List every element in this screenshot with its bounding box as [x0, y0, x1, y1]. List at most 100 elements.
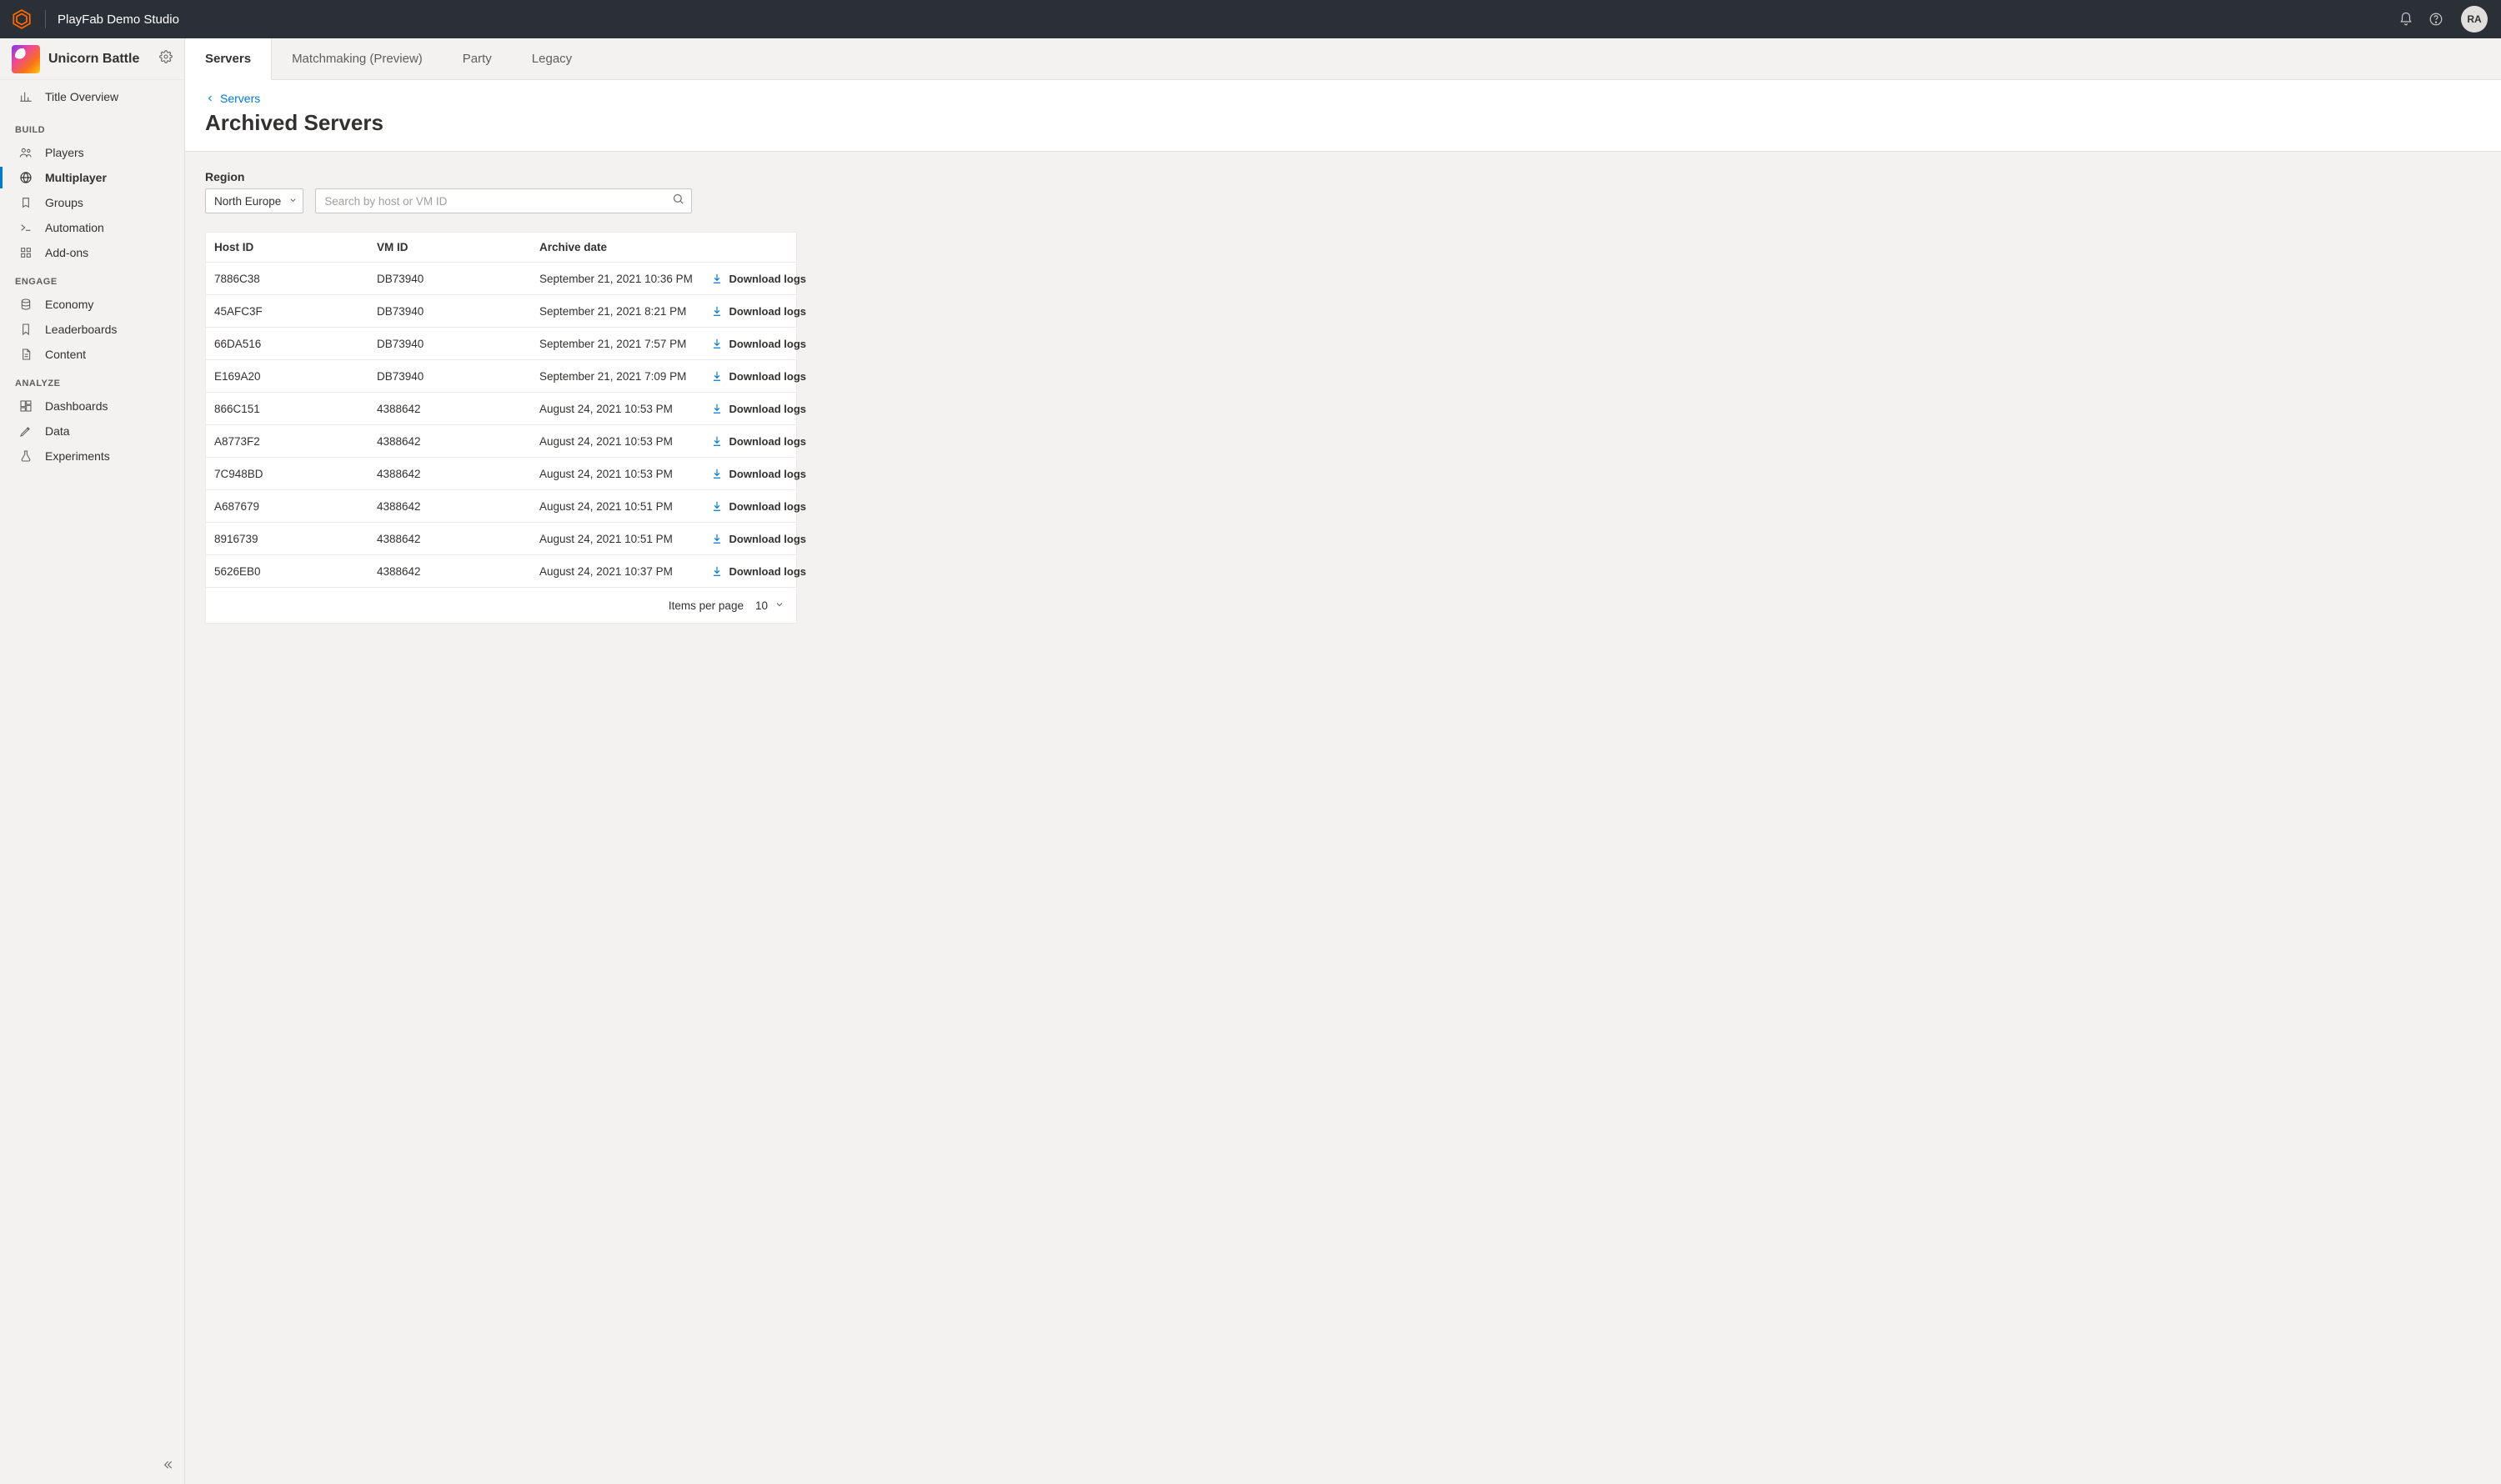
help-icon[interactable] [2421, 4, 2451, 34]
download-icon [711, 370, 723, 382]
cell-date: August 24, 2021 10:53 PM [539, 403, 706, 415]
pager-value[interactable]: 10 [755, 599, 768, 612]
download-logs-button[interactable]: Download logs [706, 435, 806, 448]
cell-date: August 24, 2021 10:51 PM [539, 500, 706, 513]
playfab-logo-icon[interactable] [10, 8, 33, 31]
col-host[interactable]: Host ID [214, 241, 377, 253]
players-icon [18, 146, 33, 159]
tab-matchmaking[interactable]: Matchmaking (Preview) [272, 38, 443, 79]
region-value: North Europe [214, 195, 281, 208]
chevron-down-icon[interactable] [774, 599, 784, 612]
download-logs-button[interactable]: Download logs [706, 338, 806, 350]
nav-label: Title Overview [45, 90, 118, 103]
notifications-icon[interactable] [2391, 4, 2421, 34]
download-logs-button[interactable]: Download logs [706, 500, 806, 513]
automation-icon [18, 221, 33, 234]
gear-icon[interactable] [159, 50, 173, 68]
download-logs-button[interactable]: Download logs [706, 565, 806, 578]
table-row: 89167394388642August 24, 2021 10:51 PMDo… [206, 523, 796, 555]
document-icon [18, 348, 33, 361]
download-logs-button[interactable]: Download logs [706, 273, 806, 285]
nav-experiments[interactable]: Experiments [0, 444, 184, 469]
nav-label: Leaderboards [45, 323, 117, 336]
region-label: Region [205, 170, 303, 183]
nav-multiplayer[interactable]: Multiplayer [0, 165, 184, 190]
chart-icon [18, 90, 33, 103]
download-icon [711, 533, 723, 544]
game-title-art [12, 45, 40, 73]
cell-date: August 24, 2021 10:51 PM [539, 533, 706, 545]
cell-vm: 4388642 [377, 468, 539, 480]
tab-label: Legacy [532, 52, 572, 66]
region-select[interactable]: North Europe [205, 188, 303, 213]
cell-date: September 21, 2021 7:57 PM [539, 338, 706, 350]
nav-section-analyze: ANALYZE [0, 367, 184, 394]
nav-title-overview[interactable]: Title Overview [0, 80, 184, 113]
search-field[interactable] [315, 188, 692, 213]
cell-host: 866C151 [214, 403, 377, 415]
archived-servers-table: Host ID VM ID Archive date 7886C38DB7394… [205, 232, 797, 624]
main: Servers Matchmaking (Preview) Party Lega… [185, 38, 2501, 1484]
tabs: Servers Matchmaking (Preview) Party Lega… [185, 38, 2501, 80]
download-logs-button[interactable]: Download logs [706, 403, 806, 415]
topbar: PlayFab Demo Studio RA [0, 0, 2501, 38]
nav-data[interactable]: Data [0, 419, 184, 444]
grid-icon [18, 246, 33, 259]
topbar-divider [45, 10, 46, 28]
download-icon [711, 565, 723, 577]
bookmark-outline-icon [18, 323, 33, 336]
download-logs-button[interactable]: Download logs [706, 370, 806, 383]
nav-leaderboards[interactable]: Leaderboards [0, 317, 184, 342]
cell-host: 66DA516 [214, 338, 377, 350]
nav-players[interactable]: Players [0, 140, 184, 165]
table-row: A6876794388642August 24, 2021 10:51 PMDo… [206, 490, 796, 523]
download-icon [711, 305, 723, 317]
cell-date: September 21, 2021 10:36 PM [539, 273, 706, 285]
download-label: Download logs [729, 565, 806, 578]
coins-icon [18, 298, 33, 311]
cell-vm: 4388642 [377, 500, 539, 513]
cell-vm: 4388642 [377, 403, 539, 415]
page-header: Servers Archived Servers [185, 80, 2501, 152]
table-row: 7C948BD4388642August 24, 2021 10:53 PMDo… [206, 458, 796, 490]
nav-economy[interactable]: Economy [0, 292, 184, 317]
sidebar: Unicorn Battle Title Overview BUILD Play… [0, 38, 185, 1484]
search-icon[interactable] [672, 193, 684, 209]
nav-content[interactable]: Content [0, 342, 184, 367]
table-row: 7886C38DB73940September 21, 2021 10:36 P… [206, 263, 796, 295]
download-label: Download logs [729, 435, 806, 448]
nav-groups[interactable]: Groups [0, 190, 184, 215]
tab-servers[interactable]: Servers [185, 38, 272, 80]
download-logs-button[interactable]: Download logs [706, 468, 806, 480]
game-title-row[interactable]: Unicorn Battle [0, 38, 184, 80]
nav-addons[interactable]: Add-ons [0, 240, 184, 265]
download-label: Download logs [729, 468, 806, 480]
studio-name[interactable]: PlayFab Demo Studio [58, 13, 179, 27]
region-field: Region North Europe [205, 170, 303, 213]
nav-label: Dashboards [45, 399, 108, 413]
chevron-down-icon [288, 195, 298, 208]
download-logs-button[interactable]: Download logs [706, 305, 806, 318]
cell-host: 5626EB0 [214, 565, 377, 578]
collapse-sidebar-icon[interactable] [161, 1458, 174, 1476]
game-title-name: Unicorn Battle [48, 52, 151, 67]
tab-legacy[interactable]: Legacy [512, 38, 592, 79]
nav-label: Automation [45, 221, 104, 234]
cell-host: 8916739 [214, 533, 377, 545]
breadcrumb-label: Servers [220, 92, 260, 105]
table-row: A8773F24388642August 24, 2021 10:53 PMDo… [206, 425, 796, 458]
cell-host: 7C948BD [214, 468, 377, 480]
download-logs-button[interactable]: Download logs [706, 533, 806, 545]
col-date[interactable]: Archive date [539, 241, 706, 253]
cell-date: September 21, 2021 7:09 PM [539, 370, 706, 383]
download-label: Download logs [729, 273, 806, 285]
cell-date: August 24, 2021 10:53 PM [539, 468, 706, 480]
nav-automation[interactable]: Automation [0, 215, 184, 240]
nav-dashboards[interactable]: Dashboards [0, 394, 184, 419]
search-input[interactable] [324, 195, 672, 208]
table-row: 866C1514388642August 24, 2021 10:53 PMDo… [206, 393, 796, 425]
avatar[interactable]: RA [2461, 6, 2488, 33]
col-vm[interactable]: VM ID [377, 241, 539, 253]
tab-party[interactable]: Party [443, 38, 512, 79]
breadcrumb-back[interactable]: Servers [205, 92, 2481, 105]
